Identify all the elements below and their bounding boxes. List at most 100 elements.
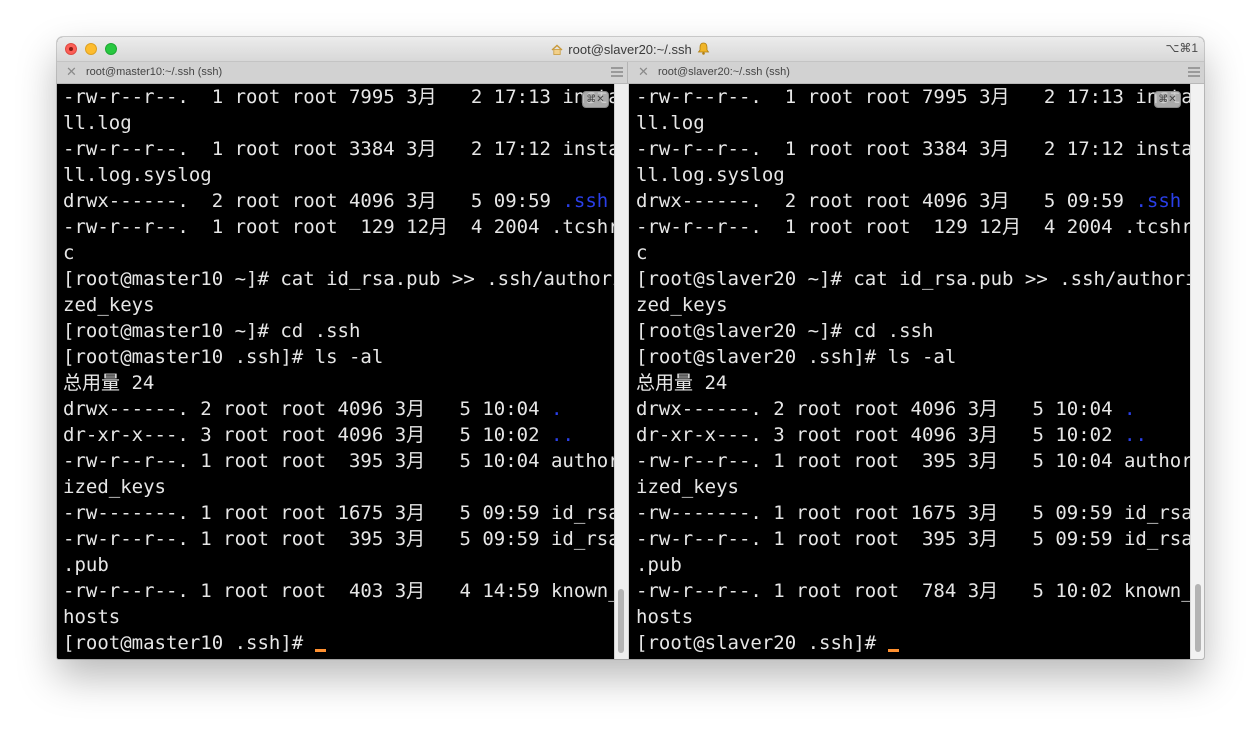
terminal-line-text: zed_keys [636,294,728,316]
terminal-line-text: -rw-r--r--. 1 root root 395 3月 5 09:59 i… [636,528,1190,550]
home-icon [551,44,563,55]
terminal-line-text: [root@master10 .ssh]# [63,632,315,654]
terminal-line: -rw-------. 1 root root 1675 3月 5 09:59 … [63,500,614,526]
selection-badge[interactable]: ⌘✕ [582,91,609,108]
tab-bar: ✕ root@master10:~/.ssh (ssh) ✕ root@slav… [57,62,1204,84]
terminal-line: ll.log.syslog [63,162,614,188]
terminal-line-text: [root@slaver20 ~]# cd .ssh [636,320,934,342]
terminal-line-text: zed_keys [63,294,155,316]
close-icon[interactable]: ✕ [638,65,650,79]
terminal-line: [root@slaver20 .ssh]# ls -al [636,344,1190,370]
terminal-line: -rw-r--r--. 1 root root 7995 3月 2 17:13 … [636,84,1190,110]
terminal-line-text: [root@master10 .ssh]# ls -al [63,346,384,368]
terminal-line-text: ll.log [63,112,132,134]
terminal-line: -rw-r--r--. 1 root root 395 3月 5 09:59 i… [63,526,614,552]
terminal-line-text: -rw-r--r--. 1 root root 3384 3月 2 17:12 … [636,138,1190,160]
scrollbar-thumb[interactable] [618,589,624,653]
terminal-line-text: -rw-r--r--. 1 root root 3384 3月 2 17:12 … [63,138,614,160]
terminal-output[interactable]: -rw-r--r--. 1 root root 7995 3月 2 17:13 … [636,84,1190,656]
scrollbar-thumb[interactable] [1195,584,1201,652]
terminal-line-text: -rw-------. 1 root root 1675 3月 5 09:59 … [636,502,1190,524]
terminal-line: dr-xr-x---. 3 root root 4096 3月 5 10:02 … [63,422,614,448]
terminal-line: ized_keys [63,474,614,500]
pane-divider-scrollbar[interactable] [614,84,629,659]
terminal-output[interactable]: -rw-r--r--. 1 root root 7995 3月 2 17:13 … [63,84,614,656]
terminal-line-text: -rw-r--r--. 1 root root 403 3月 4 14:59 k… [63,580,614,602]
terminal-line: -rw-------. 1 root root 1675 3月 5 09:59 … [636,500,1190,526]
terminal-line: ll.log [636,110,1190,136]
terminal-line-text: .pub [636,554,682,576]
terminal-line: .pub [636,552,1190,578]
terminal-line-text: -rw-r--r--. 1 root root 395 3月 5 10:04 a… [636,450,1190,472]
terminal-line: -rw-r--r--. 1 root root 3384 3月 2 17:12 … [636,136,1190,162]
directory-name: .. [1124,424,1147,446]
terminal-line-text: -rw-r--r--. 1 root root 7995 3月 2 17:13 … [636,86,1190,108]
terminal-line: c [63,240,614,266]
terminal-line-text: drwx------. 2 root root 4096 3月 5 09:59 [63,190,563,212]
terminal-line-text: .pub [63,554,109,576]
terminal-line: hosts [63,604,614,630]
terminal-line-text: [root@slaver20 .ssh]# ls -al [636,346,957,368]
terminal-line-text: 总用量 24 [63,372,155,394]
terminal-line-text: -rw-r--r--. 1 root root 395 3月 5 10:04 a… [63,450,614,472]
terminal-line: dr-xr-x---. 3 root root 4096 3月 5 10:02 … [636,422,1190,448]
terminal-line: drwx------. 2 root root 4096 3月 5 10:04 … [63,396,614,422]
title-bar[interactable]: root@slaver20:~/.ssh ⌥⌘1 [57,37,1204,62]
terminal-line-text: ll.log.syslog [636,164,785,186]
terminal-pane-slaver20[interactable]: -rw-r--r--. 1 root root 7995 3月 2 17:13 … [630,84,1190,659]
terminal-line-text: hosts [63,606,121,628]
terminal-line-text: c [636,242,648,264]
terminal-line: ll.log [63,110,614,136]
terminal-line: .pub [63,552,614,578]
terminal-window: root@slaver20:~/.ssh ⌥⌘1 ✕ root@master10… [57,37,1204,659]
hamburger-menu-icon[interactable] [1188,67,1200,77]
terminal-line-text: c [63,242,75,264]
directory-name: . [1124,398,1136,420]
terminal-line-text: dr-xr-x---. 3 root root 4096 3月 5 10:02 [636,424,1124,446]
directory-name: .. [551,424,574,446]
terminal-line: ized_keys [636,474,1190,500]
terminal-line: 总用量 24 [636,370,1190,396]
window-title: root@slaver20:~/.ssh [568,42,692,57]
text-cursor [314,649,326,652]
tab-master10[interactable]: ✕ root@master10:~/.ssh (ssh) [57,62,628,83]
terminal-line: -rw-r--r--. 1 root root 395 3月 5 10:04 a… [63,448,614,474]
window-title-group: root@slaver20:~/.ssh [57,41,1204,57]
terminal-line-text: [root@slaver20 ~]# cat id_rsa.pub >> .ss… [636,268,1190,290]
terminal-line: [root@slaver20 ~]# cd .ssh [636,318,1190,344]
terminal-line: drwx------. 2 root root 4096 3月 5 09:59 … [636,188,1190,214]
terminal-line: [root@slaver20 .ssh]# [636,630,1190,656]
terminal-line-text: drwx------. 2 root root 4096 3月 5 10:04 [63,398,551,420]
terminal-line: -rw-r--r--. 1 root root 784 3月 5 10:02 k… [636,578,1190,604]
terminal-line: -rw-r--r--. 1 root root 3384 3月 2 17:12 … [63,136,614,162]
tab-slaver20[interactable]: ✕ root@slaver20:~/.ssh (ssh) [629,62,1204,83]
terminal-line-text: ll.log.syslog [63,164,212,186]
terminal-line-text: -rw-r--r--. 1 root root 129 12月 4 2004 .… [63,216,614,238]
terminal-line: -rw-r--r--. 1 root root 7995 3月 2 17:13 … [63,84,614,110]
directory-name: .ssh [562,190,609,212]
close-icon[interactable]: ✕ [66,65,78,79]
terminal-line: hosts [636,604,1190,630]
terminal-line-text: -rw-r--r--. 1 root root 784 3月 5 10:02 k… [636,580,1190,602]
selection-badge[interactable]: ⌘✕ [1154,91,1181,108]
terminal-line-text: -rw-r--r--. 1 root root 129 12月 4 2004 .… [636,216,1190,238]
terminal-line: zed_keys [63,292,614,318]
terminal-line: -rw-r--r--. 1 root root 129 12月 4 2004 .… [636,214,1190,240]
terminal-line: zed_keys [636,292,1190,318]
hamburger-menu-icon[interactable] [611,67,623,77]
terminal-line-text: ized_keys [636,476,739,498]
terminal-line-text: drwx------. 2 root root 4096 3月 5 09:59 [636,190,1136,212]
terminal-line: drwx------. 2 root root 4096 3月 5 09:59 … [63,188,614,214]
terminal-line-text: -rw-r--r--. 1 root root 7995 3月 2 17:13 … [63,86,614,108]
directory-name: .ssh [1135,190,1182,212]
terminal-line-text: ized_keys [63,476,166,498]
terminal-line-text: ll.log [636,112,705,134]
terminal-line-text: [root@slaver20 .ssh]# [636,632,888,654]
terminal-line-text: dr-xr-x---. 3 root root 4096 3月 5 10:02 [63,424,551,446]
terminal-line-text: drwx------. 2 root root 4096 3月 5 10:04 [636,398,1124,420]
terminal-line: [root@master10 ~]# cd .ssh [63,318,614,344]
terminal-line-text: [root@master10 ~]# cd .ssh [63,320,361,342]
scrollbar[interactable] [1190,84,1204,659]
terminal-pane-master10[interactable]: -rw-r--r--. 1 root root 7995 3月 2 17:13 … [57,84,614,659]
terminal-line: [root@slaver20 ~]# cat id_rsa.pub >> .ss… [636,266,1190,292]
